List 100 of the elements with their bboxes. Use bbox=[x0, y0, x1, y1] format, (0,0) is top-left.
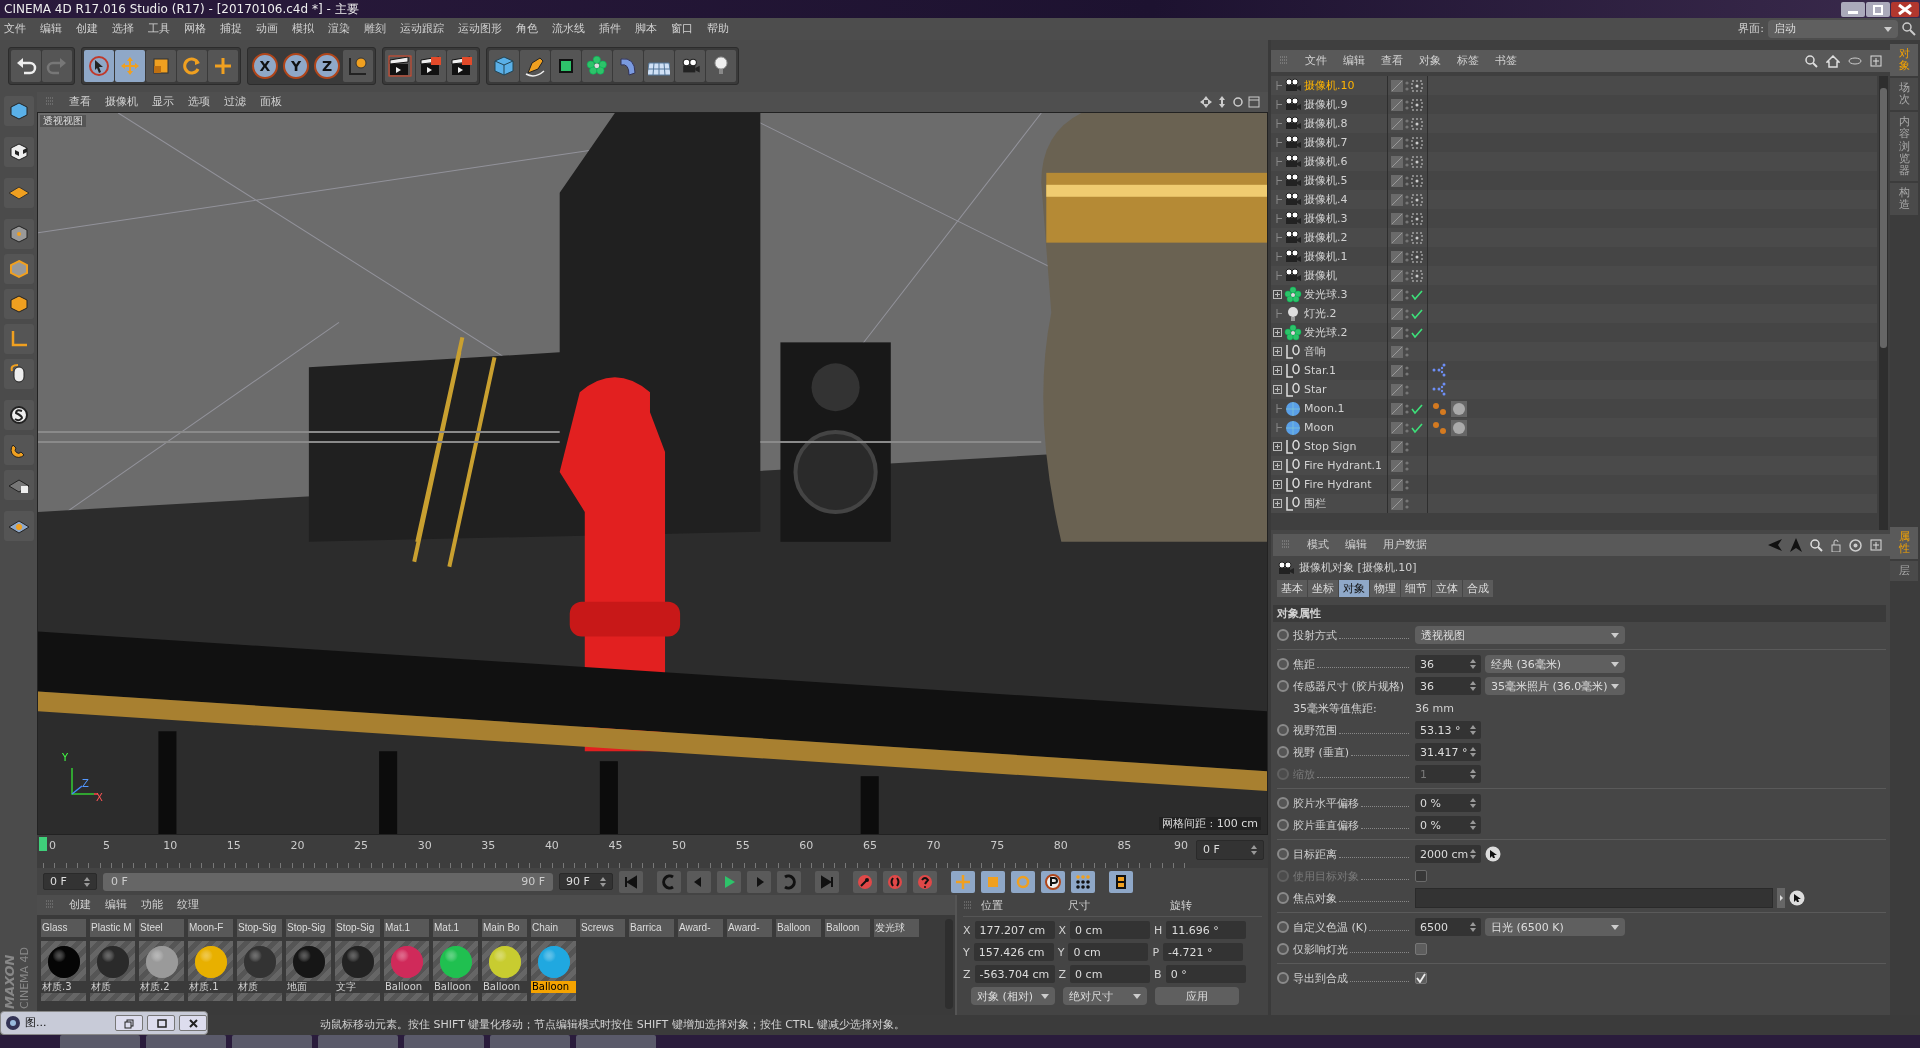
record-button[interactable] bbox=[853, 870, 877, 893]
light-button[interactable] bbox=[706, 50, 736, 82]
material-swatch[interactable]: Balloon bbox=[384, 941, 429, 1001]
menu-item[interactable]: 工具 bbox=[148, 22, 170, 36]
render-view-button[interactable] bbox=[385, 50, 415, 82]
size-mode-dropdown[interactable]: 绝对尺寸 bbox=[1063, 987, 1147, 1006]
layer-swatch-icon[interactable] bbox=[1391, 326, 1403, 339]
playhead-marker[interactable] bbox=[39, 837, 47, 851]
object-name[interactable]: 摄像机.6 bbox=[1304, 154, 1348, 169]
lock-workplane-button[interactable] bbox=[3, 470, 34, 500]
point-tag-icon[interactable] bbox=[1432, 419, 1448, 436]
material-swatch[interactable]: 材质.2 bbox=[139, 941, 184, 1001]
material-label[interactable]: Award- bbox=[678, 919, 723, 937]
material-swatch[interactable]: 材质.3 bbox=[41, 941, 86, 1001]
expand-icon[interactable] bbox=[1273, 442, 1282, 451]
layer-swatch-icon[interactable] bbox=[1391, 383, 1403, 396]
menu-item[interactable]: 网格 bbox=[184, 22, 206, 36]
tab[interactable]: 细节 bbox=[1401, 580, 1431, 598]
previous-key-button[interactable] bbox=[657, 870, 681, 893]
animate-radio[interactable] bbox=[1277, 680, 1289, 693]
camera-button[interactable] bbox=[675, 50, 705, 82]
material-tag-icon[interactable] bbox=[1451, 400, 1467, 417]
material-label[interactable]: Glass bbox=[41, 919, 86, 937]
maximize-button[interactable] bbox=[1866, 1, 1890, 17]
material-swatch[interactable]: 地面 bbox=[286, 941, 331, 1001]
menu-item[interactable]: 书签 bbox=[1495, 54, 1517, 68]
menu-item[interactable]: 选项 bbox=[188, 95, 210, 109]
expand-icon[interactable] bbox=[1273, 385, 1282, 394]
subdivision-button[interactable] bbox=[551, 50, 581, 82]
layer-swatch-icon[interactable] bbox=[1391, 212, 1403, 225]
tab[interactable]: 合成 bbox=[1463, 580, 1493, 598]
material-swatch[interactable]: Balloon bbox=[482, 941, 527, 1001]
projection-dropdown[interactable]: 透视视图 bbox=[1415, 626, 1625, 645]
menu-item[interactable]: 雕刻 bbox=[364, 22, 386, 36]
new-panel-icon[interactable] bbox=[1870, 55, 1882, 67]
menu-item[interactable]: 捕捉 bbox=[220, 22, 242, 36]
restore-button[interactable] bbox=[115, 1015, 143, 1031]
pick-icon[interactable] bbox=[1485, 846, 1501, 863]
object-name[interactable]: 摄像机.8 bbox=[1304, 116, 1348, 131]
layer-swatch-icon[interactable] bbox=[1391, 440, 1403, 453]
edges-mode-button[interactable] bbox=[3, 254, 34, 284]
search-icon[interactable] bbox=[1810, 538, 1823, 552]
layer-swatch-icon[interactable] bbox=[1391, 174, 1403, 187]
preset-dropdown[interactable]: 经典 (36毫米) bbox=[1485, 655, 1625, 674]
menu-item[interactable]: 文件 bbox=[4, 22, 26, 36]
material-label[interactable]: Barrica bbox=[629, 919, 674, 937]
number-field[interactable]: 6500 bbox=[1415, 918, 1481, 937]
eye-icon[interactable] bbox=[1848, 57, 1862, 65]
coordinate-field[interactable]: 157.426 cm bbox=[973, 943, 1054, 962]
animate-radio[interactable] bbox=[1277, 972, 1289, 985]
expand-icon[interactable] bbox=[1273, 461, 1282, 470]
material-swatch[interactable]: Balloon bbox=[531, 941, 576, 1001]
number-field[interactable]: 36 bbox=[1415, 677, 1481, 696]
material-label[interactable]: Moon-F bbox=[188, 919, 233, 937]
layer-swatch-icon[interactable] bbox=[1391, 98, 1403, 111]
side-tab[interactable]: 内容浏览器 bbox=[1890, 112, 1918, 181]
menu-item[interactable]: 运动图形 bbox=[458, 22, 502, 36]
material-swatch[interactable]: 材质 bbox=[90, 941, 135, 1001]
target-frame-icon[interactable] bbox=[1411, 212, 1423, 225]
pick-icon[interactable] bbox=[1789, 890, 1805, 907]
check-icon[interactable] bbox=[1411, 288, 1423, 301]
check-icon[interactable] bbox=[1411, 307, 1423, 320]
material-swatch[interactable]: Balloon bbox=[433, 941, 478, 1001]
deformer-button[interactable] bbox=[613, 50, 643, 82]
magnet-button[interactable] bbox=[3, 435, 34, 465]
minimized-window[interactable]: 图... bbox=[0, 1011, 208, 1035]
layer-swatch-icon[interactable] bbox=[1391, 459, 1403, 472]
floor-button[interactable] bbox=[644, 50, 674, 82]
object-name[interactable]: 摄像机.4 bbox=[1304, 192, 1348, 207]
home-icon[interactable] bbox=[1826, 54, 1840, 68]
menu-item[interactable]: 纹理 bbox=[177, 898, 199, 912]
render-settings-button[interactable] bbox=[447, 50, 477, 82]
object-name[interactable]: 音响 bbox=[1304, 344, 1326, 359]
expand-icon[interactable] bbox=[1273, 328, 1282, 337]
object-name[interactable]: 摄像机.2 bbox=[1304, 230, 1348, 245]
move-view-icon[interactable] bbox=[1200, 96, 1212, 108]
layer-swatch-icon[interactable] bbox=[1391, 288, 1403, 301]
scale-key-button[interactable] bbox=[981, 870, 1005, 893]
animate-radio[interactable] bbox=[1277, 921, 1289, 934]
expand-icon[interactable] bbox=[1273, 480, 1282, 489]
undo-button[interactable] bbox=[11, 50, 41, 82]
material-swatch[interactable]: 材质.1 bbox=[188, 941, 233, 1001]
target-frame-icon[interactable] bbox=[1411, 231, 1423, 244]
material-label[interactable]: Mat.1 bbox=[384, 919, 429, 937]
target-frame-icon[interactable] bbox=[1411, 117, 1423, 130]
snap-button[interactable] bbox=[3, 400, 34, 430]
side-tab[interactable]: 场次 bbox=[1890, 78, 1918, 111]
object-name[interactable]: Moon bbox=[1304, 420, 1334, 435]
tab[interactable]: 物理 bbox=[1370, 580, 1400, 598]
menu-item[interactable]: 编辑 bbox=[40, 22, 62, 36]
rotation-key-button[interactable] bbox=[1011, 870, 1035, 893]
material-label[interactable]: Stop-Sig bbox=[286, 919, 331, 937]
menu-item[interactable]: 创建 bbox=[69, 898, 91, 912]
coordinate-field[interactable]: 0 cm bbox=[1068, 943, 1149, 962]
pointer-tool-button[interactable] bbox=[84, 50, 114, 82]
number-field[interactable]: 0 % bbox=[1415, 794, 1481, 813]
polygons-mode-button[interactable] bbox=[3, 289, 34, 319]
object-name[interactable]: 摄像机.10 bbox=[1304, 78, 1355, 93]
next-frame-button[interactable] bbox=[747, 870, 771, 893]
object-name[interactable]: 灯光.2 bbox=[1304, 306, 1337, 321]
